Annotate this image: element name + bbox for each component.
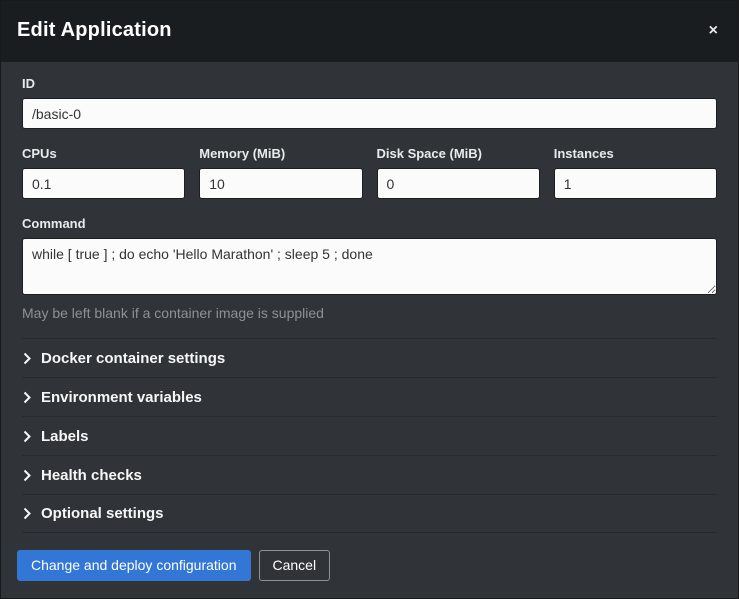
disk-input[interactable] bbox=[377, 168, 540, 199]
section-environment-variables[interactable]: Environment variables bbox=[22, 377, 717, 416]
section-docker-container-settings[interactable]: Docker container settings bbox=[22, 338, 717, 377]
page-title: Edit Application bbox=[17, 19, 172, 42]
id-field-group: ID bbox=[22, 76, 717, 129]
section-label: Labels bbox=[41, 428, 89, 445]
memory-field-group: Memory (MiB) bbox=[199, 146, 362, 199]
chevron-right-icon bbox=[22, 391, 32, 404]
section-label: Health checks bbox=[41, 467, 142, 484]
cpus-field-group: CPUs bbox=[22, 146, 185, 199]
cpus-label: CPUs bbox=[22, 146, 185, 161]
resources-row: CPUs Memory (MiB) Disk Space (MiB) Insta… bbox=[22, 146, 717, 199]
chevron-right-icon bbox=[22, 469, 32, 482]
section-label: Docker container settings bbox=[41, 350, 225, 367]
chevron-right-icon bbox=[22, 352, 32, 365]
section-optional-settings[interactable]: Optional settings bbox=[22, 494, 717, 533]
disk-label: Disk Space (MiB) bbox=[377, 146, 540, 161]
edit-application-modal: Edit Application × ID CPUs Memory (MiB) … bbox=[0, 0, 739, 599]
command-help-text: May be left blank if a container image i… bbox=[22, 305, 717, 321]
close-icon[interactable]: × bbox=[705, 21, 722, 41]
disk-field-group: Disk Space (MiB) bbox=[377, 146, 540, 199]
id-input[interactable] bbox=[22, 98, 717, 129]
instances-input[interactable] bbox=[554, 168, 717, 199]
section-health-checks[interactable]: Health checks bbox=[22, 455, 717, 494]
section-label: Environment variables bbox=[41, 389, 202, 406]
id-label: ID bbox=[22, 76, 717, 91]
instances-label: Instances bbox=[554, 146, 717, 161]
cancel-button[interactable]: Cancel bbox=[259, 550, 331, 581]
collapsible-sections: Docker container settings Environment va… bbox=[22, 338, 717, 533]
modal-header: Edit Application × bbox=[1, 1, 738, 62]
change-and-deploy-button[interactable]: Change and deploy configuration bbox=[17, 550, 251, 581]
modal-footer: Change and deploy configuration Cancel bbox=[1, 533, 738, 599]
command-field-group: Command while [ true ] ; do echo 'Hello … bbox=[22, 216, 717, 321]
section-labels[interactable]: Labels bbox=[22, 416, 717, 455]
section-label: Optional settings bbox=[41, 505, 164, 522]
memory-input[interactable] bbox=[199, 168, 362, 199]
instances-field-group: Instances bbox=[554, 146, 717, 199]
cpus-input[interactable] bbox=[22, 168, 185, 199]
command-label: Command bbox=[22, 216, 717, 231]
chevron-right-icon bbox=[22, 430, 32, 443]
memory-label: Memory (MiB) bbox=[199, 146, 362, 161]
edit-application-form: ID CPUs Memory (MiB) Disk Space (MiB) In… bbox=[1, 62, 738, 533]
command-input[interactable]: while [ true ] ; do echo 'Hello Marathon… bbox=[22, 238, 717, 295]
chevron-right-icon bbox=[22, 507, 32, 520]
